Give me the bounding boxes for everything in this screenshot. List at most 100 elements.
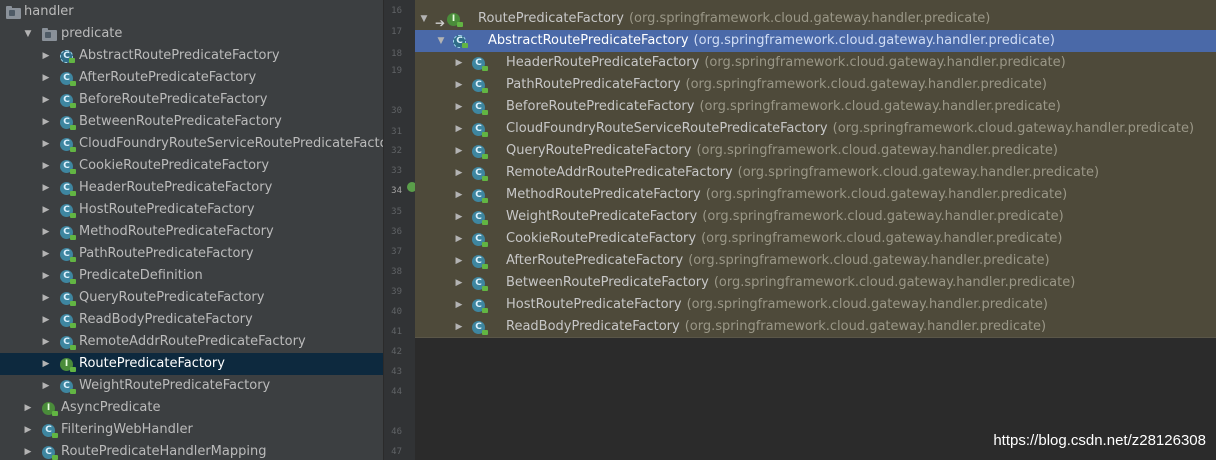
line-number: 37: [391, 247, 402, 257]
package-name: (org.springframework.cloud.gateway.handl…: [699, 99, 1061, 114]
tree-item[interactable]: ▶ C ReadBodyPredicateFactory: [0, 309, 383, 331]
expand-arrow-icon[interactable]: ▶: [40, 309, 52, 331]
package-name: (org.springframework.cloud.gateway.handl…: [737, 165, 1100, 180]
expand-arrow-icon[interactable]: ▶: [453, 272, 465, 294]
line-number: 38: [391, 267, 402, 277]
class-icon: C: [60, 137, 76, 152]
expand-arrow-icon[interactable]: ▶: [40, 221, 52, 243]
expand-arrow-icon[interactable]: ▶: [40, 67, 52, 89]
line-number: 30: [391, 106, 402, 116]
expand-arrow-icon[interactable]: ▶: [40, 111, 52, 133]
tree-item[interactable]: ▶ C BetweenRoutePredicateFactory: [0, 111, 383, 133]
hierarchy-child-row[interactable]: ▶ C WeightRoutePredicateFactory (org.spring…: [415, 206, 1216, 228]
hierarchy-child-row[interactable]: ▶ C ReadBodyPredicateFactory (org.springfra…: [415, 316, 1216, 338]
expand-arrow-icon[interactable]: ▶: [453, 294, 465, 316]
collapse-arrow-icon[interactable]: ▼: [22, 23, 34, 45]
class-icon: C: [42, 445, 58, 460]
tree-item[interactable]: ▶ C CookieRoutePredicateFactory: [0, 155, 383, 177]
package-name: (org.springframework.cloud.gateway.handl…: [702, 209, 1064, 224]
class-icon: C: [42, 423, 58, 438]
expand-arrow-icon[interactable]: ▶: [40, 199, 52, 221]
hierarchy-child-row[interactable]: ▶ C CookieRoutePredicateFactory (org.spring…: [415, 228, 1216, 250]
class-icon: C: [60, 159, 76, 174]
expand-arrow-icon[interactable]: ▶: [40, 353, 52, 375]
tree-item-label: BeforeRoutePredicateFactory: [79, 92, 268, 107]
expand-arrow-icon[interactable]: ▶: [453, 250, 465, 272]
expand-arrow-icon[interactable]: ▶: [453, 162, 465, 184]
hierarchy-child-row[interactable]: ▶ C HeaderRoutePredicateFactory (org.spring…: [415, 52, 1216, 74]
tree-item[interactable]: ▶ C RemoteAddrRoutePredicateFactory: [0, 331, 383, 353]
collapse-arrow-icon[interactable]: ▼: [418, 8, 430, 30]
hierarchy-child-row[interactable]: ▶ C BetweenRoutePredicateFactory (org.sprin…: [415, 272, 1216, 294]
tree-item[interactable]: ▶ C MethodRoutePredicateFactory: [0, 221, 383, 243]
expand-arrow-icon[interactable]: ▶: [453, 316, 465, 338]
package-name: (org.springframework.cloud.gateway.handl…: [696, 143, 1058, 158]
expand-arrow-icon[interactable]: ▶: [40, 155, 52, 177]
expand-arrow-icon[interactable]: ▶: [40, 89, 52, 111]
expand-arrow-icon[interactable]: ▶: [453, 74, 465, 96]
tree-item[interactable]: ▶ I AsyncPredicate: [0, 397, 383, 419]
hierarchy-child-row[interactable]: ▶ C CloudFoundryRouteServiceRoutePredicate…: [415, 118, 1216, 140]
tree-item[interactable]: ▶ C CloudFoundryRouteServiceRoutePredicate…: [0, 133, 383, 155]
tree-item[interactable]: ▼ predicate: [0, 23, 383, 45]
tree-item[interactable]: handler: [0, 1, 383, 23]
expand-arrow-icon[interactable]: ▶: [453, 206, 465, 228]
class-icon: C: [472, 232, 498, 247]
tree-item[interactable]: ▶ C PredicateDefinition: [0, 265, 383, 287]
hierarchy-child-row[interactable]: ▶ C PathRoutePredicateFactory (org.springfr…: [415, 74, 1216, 96]
hierarchy-child-row[interactable]: ▶ C BeforeRoutePredicateFactory (org.spring…: [415, 96, 1216, 118]
class-icon: C: [60, 71, 76, 86]
hierarchy-child-row[interactable]: ▶ C AfterRoutePredicateFactory (org.springf…: [415, 250, 1216, 272]
line-number: 39: [391, 287, 402, 297]
line-number: 19: [391, 66, 402, 76]
expand-arrow-icon[interactable]: ▶: [40, 45, 52, 67]
line-number: 16: [391, 6, 402, 16]
type-hierarchy-popup[interactable]: ▼ ➔ I RoutePredicateFactory (org.springfr…: [415, 0, 1216, 338]
class-icon: C: [472, 56, 498, 71]
tree-item[interactable]: ▶ C AfterRoutePredicateFactory: [0, 67, 383, 89]
expand-arrow-icon[interactable]: ▶: [40, 177, 52, 199]
expand-arrow-icon[interactable]: ▶: [40, 287, 52, 309]
tree-item[interactable]: ▶ C HostRoutePredicateFactory: [0, 199, 383, 221]
class-icon: C: [472, 276, 498, 291]
tree-item[interactable]: ▶ C FilteringWebHandler: [0, 419, 383, 441]
hierarchy-child-row[interactable]: ▶ C QueryRoutePredicateFactory (org.springf…: [415, 140, 1216, 162]
expand-arrow-icon[interactable]: ▶: [40, 243, 52, 265]
expand-arrow-icon[interactable]: ▶: [453, 118, 465, 140]
tree-item[interactable]: ▶ C RoutePredicateHandlerMapping: [0, 441, 383, 460]
collapse-arrow-icon[interactable]: ▼: [435, 30, 447, 52]
tree-item[interactable]: ▶ C AbstractRoutePredicateFactory: [0, 45, 383, 67]
hierarchy-child-row[interactable]: ▶ C MethodRoutePredicateFactory (org.spring…: [415, 184, 1216, 206]
expand-arrow-icon[interactable]: ▶: [22, 441, 34, 460]
expand-arrow-icon[interactable]: ▶: [40, 331, 52, 353]
expand-arrow-icon[interactable]: ▶: [453, 52, 465, 74]
tree-item-label: ReadBodyPredicateFactory: [79, 312, 253, 327]
expand-arrow-icon[interactable]: ▶: [40, 133, 52, 155]
expand-arrow-icon[interactable]: ▶: [40, 265, 52, 287]
expand-arrow-icon[interactable]: ▶: [453, 96, 465, 118]
expand-arrow-icon[interactable]: ▶: [22, 419, 34, 441]
class-icon: C: [472, 298, 498, 313]
tree-item[interactable]: ▶ C HeaderRoutePredicateFactory: [0, 177, 383, 199]
expand-arrow-icon[interactable]: ▶: [453, 228, 465, 250]
tree-item[interactable]: ▶ C BeforeRoutePredicateFactory: [0, 89, 383, 111]
class-icon: C: [472, 188, 498, 203]
tree-item[interactable]: ▶ C WeightRoutePredicateFactory: [0, 375, 383, 397]
hierarchy-child-row[interactable]: ▶ C HostRoutePredicateFactory (org.springfr…: [415, 294, 1216, 316]
tree-item[interactable]: ▶ C PathRoutePredicateFactory: [0, 243, 383, 265]
expand-arrow-icon[interactable]: ▶: [453, 140, 465, 162]
project-tree[interactable]: handler ▼ predicate ▶ C AbstractRoutePredicat…: [0, 0, 383, 460]
expand-arrow-icon[interactable]: ▶: [22, 397, 34, 419]
expand-arrow-icon[interactable]: ▶: [40, 375, 52, 397]
tree-item-label: AbstractRoutePredicateFactory: [79, 48, 280, 63]
abstract-class-icon: C: [60, 49, 75, 64]
hierarchy-selected-row[interactable]: ▼ C AbstractRoutePredicateFactory (org.sp…: [415, 30, 1216, 52]
package-folder-icon: [42, 27, 57, 42]
tree-item[interactable]: ▶ I RoutePredicateFactory: [0, 353, 383, 375]
hierarchy-child-row[interactable]: ▶ C RemoteAddrRoutePredicateFactory (org.sp…: [415, 162, 1216, 184]
tree-item[interactable]: ▶ C QueryRoutePredicateFactory: [0, 287, 383, 309]
expand-arrow-icon[interactable]: ▶: [453, 184, 465, 206]
line-number: 36: [391, 227, 402, 237]
hierarchy-root-row[interactable]: ▼ ➔ I RoutePredicateFactory (org.springfr…: [415, 8, 1216, 30]
line-number: 43: [391, 367, 402, 377]
